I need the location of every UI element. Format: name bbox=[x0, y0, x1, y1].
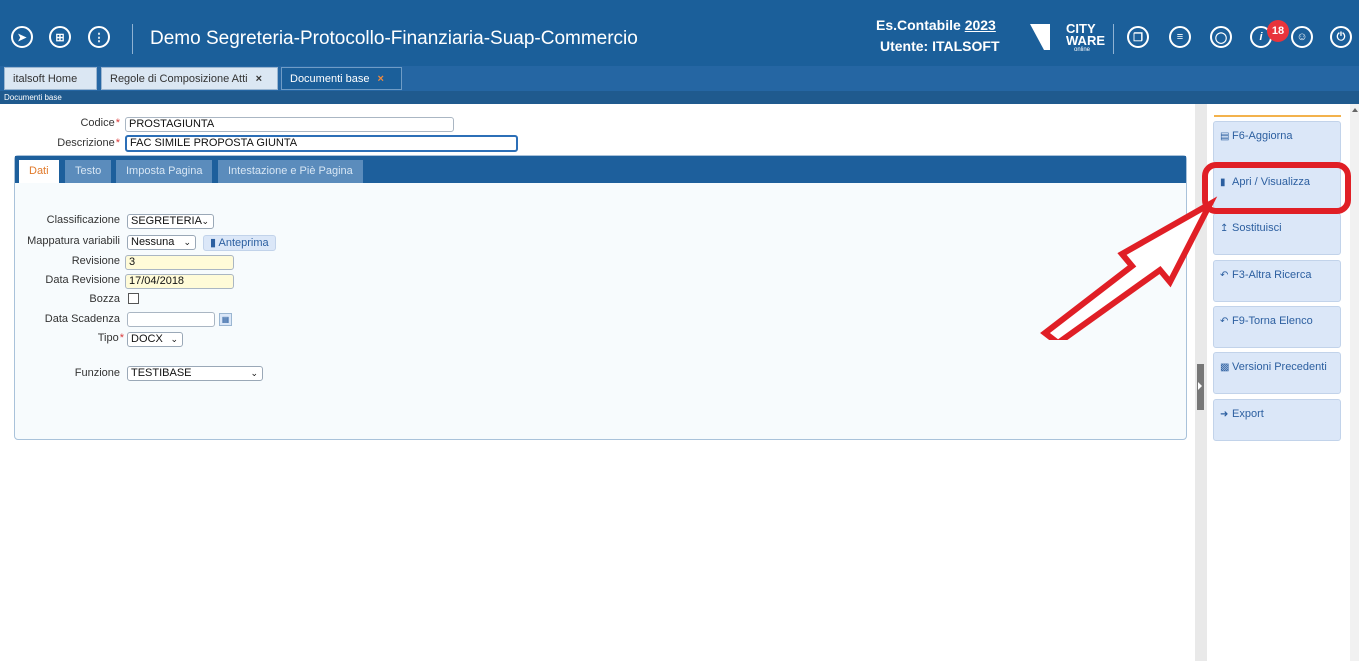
form-panel: Dati Testo Imposta Pagina Intestazione e… bbox=[14, 155, 1187, 440]
apps-icon[interactable]: ⊞ bbox=[49, 26, 71, 48]
codice-label: Codice* bbox=[20, 117, 120, 129]
tab-imposta-pagina[interactable]: Imposta Pagina bbox=[116, 160, 213, 183]
annotation-arrow bbox=[1040, 196, 1218, 340]
altra-ricerca-label: F3-Altra Ricerca bbox=[1232, 269, 1312, 281]
classificazione-value: SEGRETERIA bbox=[131, 215, 202, 227]
chevron-down-icon: ⌄ bbox=[183, 237, 191, 247]
chevron-down-icon: ⌄ bbox=[250, 368, 258, 378]
export-button[interactable]: ➜ Export bbox=[1213, 399, 1341, 441]
tab-label: Regole di Composizione Atti bbox=[110, 73, 248, 85]
data-revisione-input[interactable]: 17/04/2018 bbox=[125, 274, 234, 289]
tab-testo[interactable]: Testo bbox=[65, 160, 112, 183]
tab-label: italsoft Home bbox=[13, 73, 78, 85]
highlight-box bbox=[1202, 162, 1351, 214]
tab-label: Documenti base bbox=[290, 73, 370, 85]
bozza-checkbox[interactable] bbox=[128, 293, 139, 304]
versioni-precedenti-button[interactable]: ▩ Versioni Precedenti bbox=[1213, 352, 1341, 394]
required-mark: * bbox=[119, 332, 124, 344]
chevron-down-icon: ⌄ bbox=[170, 334, 178, 344]
vertical-scrollbar[interactable] bbox=[1350, 104, 1359, 661]
calendar-icon[interactable]: ▦ bbox=[219, 313, 232, 326]
classificazione-label: Classificazione bbox=[46, 214, 120, 226]
codice-label-text: Codice bbox=[80, 117, 115, 129]
funzione-select[interactable]: TESTIBASE ⌄ bbox=[127, 366, 263, 381]
sostituisci-button[interactable]: ↥ Sostituisci bbox=[1213, 213, 1341, 255]
bozza-label: Bozza bbox=[89, 293, 120, 305]
user-icon[interactable]: ☺ bbox=[1291, 26, 1313, 48]
mappatura-label: Mappatura variabili bbox=[27, 235, 120, 247]
cityware-logo: CITY WARE online bbox=[1030, 20, 1105, 54]
tab-regole-composizione[interactable]: Regole di Composizione Atti × bbox=[101, 67, 278, 90]
close-icon[interactable]: × bbox=[378, 73, 384, 85]
data-scadenza-label: Data Scadenza bbox=[44, 313, 120, 325]
fiscal-year-label[interactable]: Es.Contabile 2023 bbox=[876, 17, 996, 33]
back-icon: ↶ bbox=[1220, 270, 1229, 281]
required-mark: * bbox=[115, 117, 120, 129]
logo-mark bbox=[1030, 24, 1050, 50]
logo-text-ware: WARE bbox=[1066, 33, 1105, 48]
tipo-label-text: Tipo bbox=[97, 332, 119, 344]
tab-italsoft-home[interactable]: italsoft Home bbox=[4, 67, 97, 90]
mappatura-value: Nessuna bbox=[131, 236, 175, 248]
aggiorna-button[interactable]: ▤ F6-Aggiorna bbox=[1213, 121, 1341, 163]
save-icon: ▤ bbox=[1220, 131, 1230, 142]
app-title: Demo Segreteria-Protocollo-Finanziaria-S… bbox=[150, 28, 638, 49]
anteprima-label: Anteprima bbox=[218, 237, 269, 249]
notification-badge[interactable]: 18 bbox=[1267, 20, 1289, 42]
required-mark: * bbox=[115, 137, 120, 149]
aggiorna-label: F6-Aggiorna bbox=[1232, 130, 1293, 142]
fiscal-year-text: Es.Contabile bbox=[876, 17, 961, 33]
tab-intestazione-pie-pagina[interactable]: Intestazione e Piè Pagina bbox=[218, 160, 363, 183]
fiscal-year-link[interactable]: 2023 bbox=[965, 17, 996, 33]
descrizione-label: Descrizione* bbox=[20, 137, 120, 149]
breadcrumb: Documenti base bbox=[0, 91, 1359, 104]
form-tabs-bar: Dati Testo Imposta Pagina Intestazione e… bbox=[15, 156, 1186, 183]
revisione-label: Revisione bbox=[71, 255, 120, 267]
data-scadenza-input[interactable] bbox=[127, 312, 215, 327]
classificazione-select[interactable]: SEGRETERIA ⌄ bbox=[127, 214, 214, 229]
torna-elenco-label: F9-Torna Elenco bbox=[1232, 315, 1313, 327]
anteprima-button[interactable]: ▮ Anteprima bbox=[203, 235, 276, 251]
more-icon[interactable]: ⋮ bbox=[88, 26, 110, 48]
chevron-down-icon: ⌄ bbox=[201, 216, 209, 226]
descrizione-input[interactable]: FAC SIMILE PROPOSTA GIUNTA bbox=[125, 135, 518, 152]
descrizione-label-text: Descrizione bbox=[57, 137, 115, 149]
tipo-value: DOCX bbox=[131, 333, 163, 345]
versioni-precedenti-label: Versioni Precedenti bbox=[1232, 361, 1327, 373]
codice-input[interactable]: PROSTAGIUNTA bbox=[125, 117, 454, 132]
tipo-select[interactable]: DOCX ⌄ bbox=[127, 332, 183, 347]
user-label: Utente: ITALSOFT bbox=[880, 38, 1000, 54]
sidebar-toggle-handle[interactable] bbox=[1197, 364, 1204, 410]
data-revisione-label: Data Revisione bbox=[45, 274, 120, 286]
back-icon: ↶ bbox=[1220, 316, 1229, 327]
tipo-label: Tipo* bbox=[10, 332, 124, 344]
windows-icon[interactable]: ❐ bbox=[1127, 26, 1149, 48]
funzione-label: Funzione bbox=[74, 367, 120, 379]
arrow-right-icon: ➜ bbox=[1220, 409, 1229, 420]
altra-ricerca-button[interactable]: ↶ F3-Altra Ricerca bbox=[1213, 260, 1341, 302]
export-label: Export bbox=[1232, 408, 1264, 420]
close-icon[interactable]: × bbox=[256, 73, 262, 85]
logo-text-online: online bbox=[1074, 47, 1091, 53]
power-icon[interactable]: ⏻ bbox=[1330, 26, 1352, 48]
versions-icon: ▩ bbox=[1220, 362, 1230, 373]
torna-elenco-button[interactable]: ↶ F9-Torna Elenco bbox=[1213, 306, 1341, 348]
document-icon: ▮ bbox=[210, 237, 217, 249]
rocket-icon[interactable]: ➤ bbox=[11, 26, 33, 48]
mappatura-select[interactable]: Nessuna ⌄ bbox=[127, 235, 196, 250]
header-divider-right bbox=[1113, 24, 1114, 54]
tab-dati[interactable]: Dati bbox=[19, 160, 59, 183]
revisione-input[interactable]: 3 bbox=[125, 255, 234, 270]
arrow-shape bbox=[1040, 196, 1218, 340]
header-divider bbox=[132, 24, 133, 54]
actions-panel-accent bbox=[1214, 115, 1341, 117]
tab-documenti-base[interactable]: Documenti base × bbox=[281, 67, 402, 90]
funzione-value: TESTIBASE bbox=[131, 367, 192, 379]
headset-icon[interactable]: ◯ bbox=[1210, 26, 1232, 48]
upload-icon: ↥ bbox=[1220, 223, 1229, 234]
sostituisci-label: Sostituisci bbox=[1232, 222, 1282, 234]
stack-icon[interactable]: ≡ bbox=[1169, 26, 1191, 48]
